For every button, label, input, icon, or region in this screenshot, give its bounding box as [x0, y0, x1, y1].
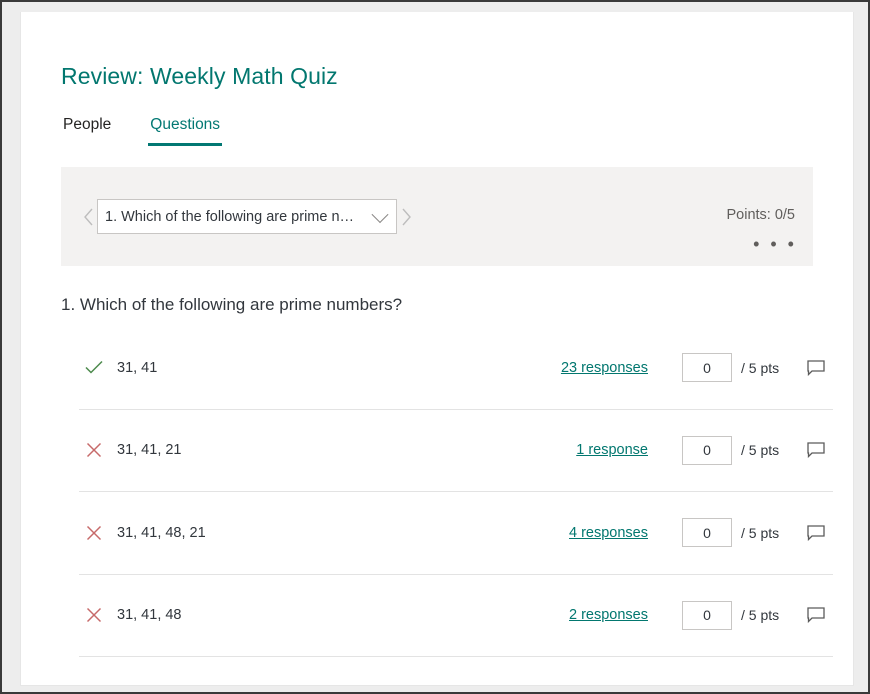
tab-questions[interactable]: Questions — [148, 116, 222, 146]
comment-icon[interactable] — [799, 360, 833, 376]
answer-list: 31, 41 23 responses 0 / 5 pts 31, 41, 21… — [79, 327, 833, 657]
next-question-button[interactable] — [397, 200, 415, 234]
score-input[interactable]: 0 — [682, 600, 732, 630]
tab-people[interactable]: People — [61, 116, 113, 146]
question-heading: 1. Which of the following are prime numb… — [61, 295, 403, 314]
answer-label: 31, 41, 21 — [117, 442, 182, 459]
previous-question-button[interactable] — [79, 200, 97, 234]
answer-row: 31, 41, 48 2 responses 0 / 5 pts — [79, 575, 833, 657]
answer-label: 31, 41, 48 — [117, 607, 182, 624]
points-suffix: / 5 pts — [741, 524, 780, 541]
more-options-button[interactable]: • • • — [753, 235, 797, 253]
quiz-review-card: Review: Weekly Math Quiz People Question… — [20, 12, 854, 686]
points-suffix: / 5 pts — [741, 607, 780, 624]
answer-label: 31, 41 — [117, 359, 158, 376]
tab-bar: People Questions — [61, 116, 257, 146]
cross-icon — [79, 442, 109, 458]
question-navigation-panel: 1. Which of the following are prime num.… — [61, 167, 813, 266]
question-select-value: 1. Which of the following are prime num.… — [105, 208, 362, 225]
score-input[interactable]: 0 — [682, 518, 732, 548]
responses-link[interactable]: 4 responses — [448, 525, 648, 541]
score-input[interactable]: 0 — [682, 353, 732, 383]
comment-icon[interactable] — [799, 525, 833, 541]
question-selector-group: 1. Which of the following are prime num.… — [79, 199, 415, 234]
app-window: Review: Weekly Math Quiz People Question… — [0, 0, 870, 694]
cross-icon — [79, 525, 109, 541]
responses-link[interactable]: 23 responses — [448, 360, 648, 376]
comment-icon[interactable] — [799, 442, 833, 459]
page-title: Review: Weekly Math Quiz — [61, 63, 338, 89]
points-label: Points: 0/5 — [726, 207, 795, 223]
cross-icon — [79, 607, 109, 623]
responses-link[interactable]: 2 responses — [448, 607, 648, 623]
chevron-down-icon — [371, 205, 389, 223]
points-suffix: / 5 pts — [741, 442, 780, 459]
question-select[interactable]: 1. Which of the following are prime num.… — [97, 199, 397, 234]
score-input[interactable]: 0 — [682, 435, 732, 465]
answer-row: 31, 41 23 responses 0 / 5 pts — [79, 327, 833, 410]
comment-icon[interactable] — [799, 607, 833, 624]
answer-row: 31, 41, 21 1 response 0 / 5 pts — [79, 410, 833, 492]
answer-label: 31, 41, 48, 21 — [117, 524, 206, 541]
points-suffix: / 5 pts — [741, 359, 780, 376]
answer-row: 31, 41, 48, 21 4 responses 0 / 5 pts — [79, 492, 833, 575]
check-icon — [79, 360, 109, 375]
responses-link[interactable]: 1 response — [448, 442, 648, 458]
